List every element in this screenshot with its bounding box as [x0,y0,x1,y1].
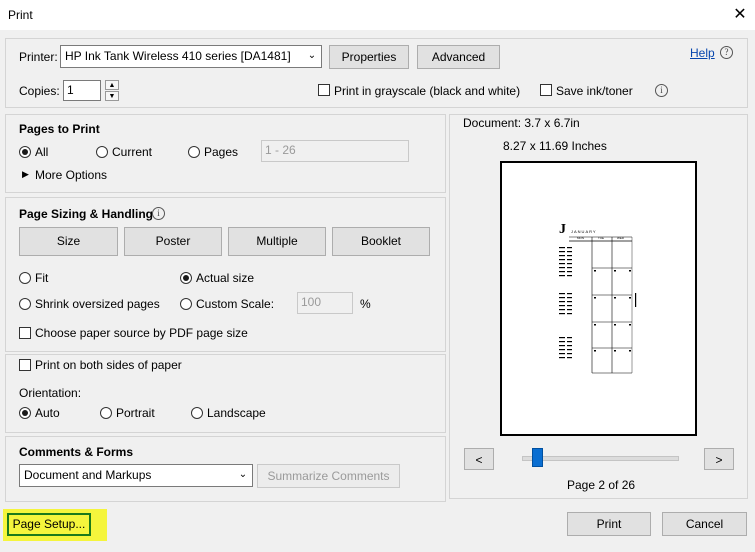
info-icon[interactable]: i [152,207,165,220]
save-ink-label: Save ink/toner [556,84,633,98]
more-options-toggle[interactable]: More Options [35,168,107,182]
close-icon[interactable]: ✕ [732,4,748,24]
custom-scale-field[interactable]: 100 [297,292,353,314]
advanced-button[interactable]: Advanced [417,45,500,69]
grayscale-checkbox[interactable] [318,84,330,96]
actual-size-label: Actual size [196,271,255,285]
cancel-button[interactable]: Cancel [662,512,747,536]
page-preview: J JANUARY MON TUE WED [500,161,697,436]
copies-stepper-down[interactable]: ▼ [105,91,119,101]
page-status: Page 2 of 26 [567,478,636,492]
copies-value: 1 [67,83,74,97]
custom-scale-radio[interactable] [180,298,192,310]
page-slider-track[interactable] [522,456,679,461]
preview-calendar-grid [559,236,637,374]
both-sides-checkbox[interactable] [19,359,31,371]
chevron-down-icon: ⌄ [238,469,248,480]
pages-range-field[interactable]: 1 - 26 [261,140,409,162]
all-radio[interactable] [19,146,31,158]
paper-size: 8.27 x 11.69 Inches [503,139,607,153]
custom-scale-label: Custom Scale: [196,297,275,311]
grayscale-label: Print in grayscale (black and white) [334,84,521,98]
help-icon[interactable]: ? [720,46,733,59]
info-icon[interactable]: i [655,84,668,97]
pages-to-print-title: Pages to Print [19,122,100,136]
pages-range-value: 1 - 26 [265,143,296,157]
printer-select[interactable]: HP Ink Tank Wireless 410 series [DA1481]… [60,45,322,68]
copies-stepper-up[interactable]: ▲ [105,80,119,90]
shrink-label: Shrink oversized pages [35,297,160,311]
printer-select-value: HP Ink Tank Wireless 410 series [DA1481] [65,49,291,63]
landscape-radio[interactable] [191,407,203,419]
comments-select-value: Document and Markups [24,468,152,482]
fit-label: Fit [35,271,49,285]
window-title: Print [8,8,33,22]
paper-source-checkbox[interactable] [19,327,31,339]
next-page-button[interactable]: > [704,448,734,470]
page-setup-button[interactable]: Page Setup... [7,513,91,536]
tab-poster[interactable]: Poster [124,227,222,256]
custom-scale-value: 100 [301,295,322,309]
auto-label: Auto [35,406,60,420]
orientation-label: Orientation: [19,386,82,400]
actual-size-radio[interactable] [180,272,192,284]
percent-sign: % [360,297,371,311]
paper-source-label: Choose paper source by PDF page size [35,326,248,340]
copies-label: Copies: [19,84,60,98]
expand-triangle-icon[interactable]: ▶ [22,169,29,180]
chevron-down-icon: ⌄ [307,50,317,61]
save-ink-checkbox[interactable] [540,84,552,96]
page-slider-thumb[interactable] [532,448,543,467]
print-button[interactable]: Print [567,512,651,536]
copies-field[interactable]: 1 [63,80,101,101]
pages-radio[interactable] [188,146,200,158]
portrait-label: Portrait [116,406,155,420]
prev-page-button[interactable]: < [464,448,494,470]
page-sizing-title: Page Sizing & Handling [19,207,154,221]
properties-button[interactable]: Properties [329,45,409,69]
fit-radio[interactable] [19,272,31,284]
tab-booklet[interactable]: Booklet [332,227,430,256]
all-label: All [35,145,49,159]
portrait-radio[interactable] [100,407,112,419]
document-size: Document: 3.7 x 6.7in [463,116,580,130]
landscape-label: Landscape [207,406,266,420]
summarize-comments-button[interactable]: Summarize Comments [257,464,400,488]
auto-radio[interactable] [19,407,31,419]
current-radio[interactable] [96,146,108,158]
title-bar [0,0,755,30]
printer-label: Printer: [19,50,58,64]
tab-size[interactable]: Size [19,227,118,256]
comments-select[interactable]: Document and Markups ⌄ [19,464,253,487]
current-label: Current [112,145,153,159]
pages-label: Pages [204,145,239,159]
both-sides-label: Print on both sides of paper [35,358,182,372]
tab-multiple[interactable]: Multiple [228,227,326,256]
help-link[interactable]: Help [690,46,715,60]
shrink-radio[interactable] [19,298,31,310]
comments-title: Comments & Forms [19,445,134,459]
